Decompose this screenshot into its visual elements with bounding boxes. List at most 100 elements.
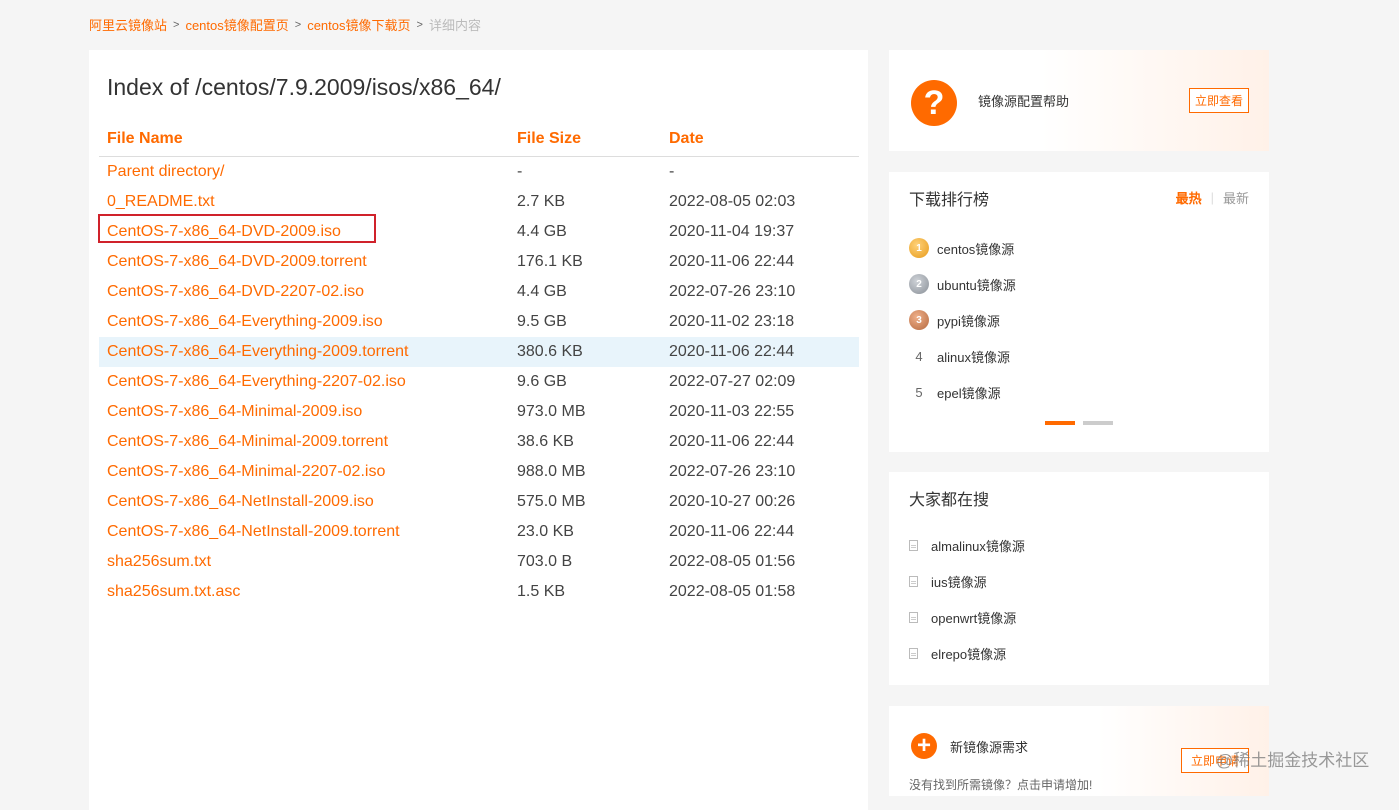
search-item[interactable]: openwrt镜像源 (909, 599, 1025, 635)
file-size: 575.0 MB (517, 493, 586, 510)
file-size: 703.0 B (517, 553, 573, 570)
file-date: 2022-07-26 23:10 (669, 463, 796, 480)
page-title: Index of /centos/7.9.2009/isos/x86_64/ (107, 74, 501, 100)
search-item-label: ius镜像源 (931, 574, 987, 590)
file-date: 2020-11-06 22:44 (669, 343, 795, 360)
table-row: CentOS-7-x86_64-Minimal-2009.iso 973.0 MB… (99, 397, 859, 427)
file-date: 2020-11-06 22:44 (669, 523, 795, 540)
file-date: 2022-08-05 01:56 (669, 553, 796, 570)
table-row: CentOS-7-x86_64-Everything-2009.torrent 3… (99, 337, 859, 367)
file-name-link[interactable]: 0_README.txt (99, 193, 517, 211)
ranking-item-label: centos镜像源 (937, 241, 1015, 257)
question-icon: ? (911, 80, 957, 126)
table-row: CentOS-7-x86_64-Everything-2207-02.iso 9.… (99, 367, 859, 397)
file-date: 2020-10-27 00:26 (669, 493, 796, 510)
file-date: - (669, 163, 675, 180)
rank-number: 4 (915, 348, 923, 364)
new-mirror-request-card: + 新镜像源需求 立即申请 没有找到所需镜像？点击申请增加! (889, 706, 1269, 796)
breadcrumb-separator: > (416, 18, 423, 31)
silver-medal-icon: 2 (909, 274, 929, 294)
plus-icon: + (911, 733, 937, 759)
breadcrumb-link-centos-download[interactable]: centos镜像下载页 (307, 15, 410, 34)
table-row: CentOS-7-x86_64-DVD-2009.iso 4.4 GB 2020-1… (99, 217, 859, 247)
ranking-item[interactable]: 3 pypi镜像源 (909, 302, 1016, 338)
document-icon (909, 575, 918, 587)
file-date: 2020-11-06 22:44 (669, 253, 795, 270)
help-label: 镜像源配置帮助 (978, 94, 1070, 109)
file-name-link[interactable]: CentOS-7-x86_64-Everything-2207-02.iso (99, 373, 517, 391)
file-name-link[interactable]: CentOS-7-x86_64-NetInstall-2009.iso (99, 493, 517, 511)
search-item[interactable]: elrepo镜像源 (909, 635, 1025, 671)
file-size: 9.6 GB (517, 373, 567, 390)
file-date: 2020-11-02 23:18 (669, 313, 795, 330)
breadcrumb: 阿里云镜像站 > centos镜像配置页 > centos镜像下载页 > 详细内… (89, 15, 481, 34)
file-name-link[interactable]: CentOS-7-x86_64-DVD-2207-02.iso (99, 283, 517, 301)
ranking-item[interactable]: 4 alinux镜像源 (909, 338, 1016, 374)
breadcrumb-link-centos-config[interactable]: centos镜像配置页 (185, 15, 288, 34)
file-size: 4.4 GB (517, 223, 567, 240)
file-name-link[interactable]: Parent directory/ (99, 163, 517, 181)
file-name-link[interactable]: sha256sum.txt (99, 553, 517, 571)
document-icon (909, 539, 918, 551)
breadcrumb-separator: > (294, 18, 302, 31)
file-name-link[interactable]: CentOS-7-x86_64-Minimal-2009.iso (99, 403, 517, 421)
table-row: Parent directory/- - (99, 157, 859, 187)
file-name-link[interactable]: CentOS-7-x86_64-Minimal-2207-02.iso (99, 463, 517, 481)
file-date: 2022-07-27 02:09 (669, 373, 796, 390)
popular-search-card: 大家都在搜 almalinux镜像源 ius镜像源 openwrt镜像源 elr… (889, 472, 1269, 685)
tab-newest[interactable]: 最新 (1223, 188, 1249, 207)
search-item[interactable]: ius镜像源 (909, 563, 1025, 599)
ranking-item-label: alinux镜像源 (937, 349, 1010, 365)
table-row: sha256sum.txt 703.0 B 2022-08-05 01:56 (99, 547, 859, 577)
file-name-link[interactable]: CentOS-7-x86_64-Everything-2009.iso (99, 313, 517, 331)
ranking-item[interactable]: 2 ubuntu镜像源 (909, 266, 1016, 302)
table-row: CentOS-7-x86_64-NetInstall-2009.torrent 2… (99, 517, 859, 547)
file-name-link[interactable]: CentOS-7-x86_64-NetInstall-2009.torrent (99, 523, 517, 541)
column-header-file-name: File Name (107, 130, 183, 147)
table-row: CentOS-7-x86_64-NetInstall-2009.iso 575.0… (99, 487, 859, 517)
file-name-link[interactable]: CentOS-7-x86_64-Everything-2009.torrent (99, 343, 517, 361)
search-item[interactable]: almalinux镜像源 (909, 527, 1025, 563)
file-date: 2022-07-26 23:10 (669, 283, 796, 300)
file-size: 380.6 KB (517, 343, 583, 360)
breadcrumb-current: 详细内容 (428, 18, 481, 33)
ranking-list: 1 centos镜像源 2 ubuntu镜像源 3 pypi镜像源 4 alin… (909, 230, 1016, 410)
carousel-page-1[interactable] (1045, 421, 1075, 425)
table-row: CentOS-7-x86_64-Minimal-2009.torrent 38.6… (99, 427, 859, 457)
document-icon (909, 611, 918, 623)
file-size: 1.5 KB (517, 583, 566, 600)
table-header: File Name File Size Date (99, 122, 859, 157)
file-size: 38.6 KB (517, 433, 574, 450)
search-item-label: almalinux镜像源 (931, 538, 1025, 554)
carousel-page-2[interactable] (1083, 421, 1113, 425)
ranking-item[interactable]: 5 epel镜像源 (909, 374, 1016, 410)
breadcrumb-separator: > (173, 18, 180, 31)
column-header-file-size: File Size (517, 130, 582, 147)
ranking-tabs: 最热 | 最新 (1176, 188, 1249, 207)
file-size: 23.0 KB (517, 523, 574, 540)
file-size: 4.4 GB (517, 283, 567, 300)
view-now-button[interactable]: 立即查看 (1189, 88, 1249, 113)
bronze-medal-icon: 3 (909, 310, 929, 330)
ranking-item-label: ubuntu镜像源 (937, 277, 1016, 293)
file-name-link[interactable]: CentOS-7-x86_64-DVD-2009.torrent (99, 253, 517, 271)
popular-search-title: 大家都在搜 (909, 492, 990, 509)
file-name-link[interactable]: CentOS-7-x86_64-DVD-2009.iso (99, 223, 517, 241)
help-card: ? 镜像源配置帮助 立即查看 (889, 50, 1269, 151)
gold-medal-icon: 1 (909, 238, 929, 258)
table-row: CentOS-7-x86_64-DVD-2009.torrent 176.1 KB… (99, 247, 859, 277)
file-date: 2020-11-06 22:44 (669, 433, 795, 450)
file-name-link[interactable]: CentOS-7-x86_64-Minimal-2009.torrent (99, 433, 517, 451)
ranking-title: 下载排行榜 (909, 192, 990, 209)
file-name-link[interactable]: sha256sum.txt.asc (99, 583, 517, 601)
file-size: 176.1 KB (517, 253, 583, 270)
file-size: 9.5 GB (517, 313, 567, 330)
popular-search-list: almalinux镜像源 ius镜像源 openwrt镜像源 elrepo镜像源 (909, 527, 1025, 671)
file-date: 2020-11-04 19:37 (669, 223, 795, 240)
file-date: 2022-08-05 02:03 (669, 193, 796, 210)
tab-hottest[interactable]: 最热 (1176, 188, 1202, 207)
file-size: 2.7 KB (517, 193, 566, 210)
ranking-item-label: pypi镜像源 (937, 313, 1000, 329)
breadcrumb-link-home[interactable]: 阿里云镜像站 (89, 15, 167, 34)
ranking-item[interactable]: 1 centos镜像源 (909, 230, 1016, 266)
